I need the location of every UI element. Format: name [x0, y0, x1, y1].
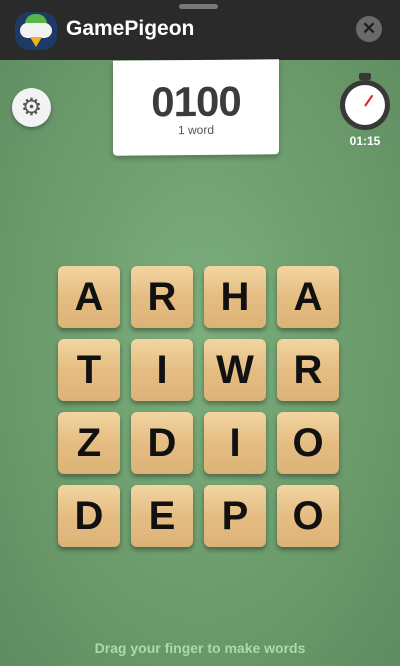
letter-tile[interactable]: E: [131, 485, 193, 547]
letter-tile[interactable]: A: [58, 266, 120, 328]
letter-tile[interactable]: T: [58, 339, 120, 401]
gear-icon: ⚙: [20, 94, 43, 121]
letter-tile[interactable]: Z: [58, 412, 120, 474]
instruction-text: Drag your finger to make words: [94, 640, 306, 656]
letter-tile[interactable]: I: [131, 339, 193, 401]
letter-tile[interactable]: O: [277, 412, 339, 474]
gamepigeon-app-icon: [15, 12, 57, 50]
sheet-grabber[interactable]: [179, 4, 218, 9]
letter-tile[interactable]: P: [204, 485, 266, 547]
letter-tile[interactable]: I: [204, 412, 266, 474]
settings-button[interactable]: ⚙: [12, 88, 51, 127]
letter-tile[interactable]: R: [277, 339, 339, 401]
letter-tile[interactable]: R: [131, 266, 193, 328]
word-count: 1 word: [177, 122, 215, 138]
score: 0100: [151, 77, 241, 126]
top-bar: GamePigeon ✕: [0, 0, 400, 60]
timer: 01:15: [349, 134, 381, 148]
stopwatch-icon: [340, 73, 390, 130]
score-card: 0100 1 word: [113, 59, 279, 156]
letter-tile[interactable]: O: [277, 485, 339, 547]
close-button[interactable]: ✕: [356, 16, 382, 42]
app-title: GamePigeon: [66, 17, 195, 40]
letter-tile[interactable]: W: [204, 339, 266, 401]
letter-tile[interactable]: D: [58, 485, 120, 547]
letter-tile[interactable]: H: [204, 266, 266, 328]
letter-tile[interactable]: D: [131, 412, 193, 474]
letter-tile[interactable]: A: [277, 266, 339, 328]
close-icon: ✕: [361, 19, 377, 38]
